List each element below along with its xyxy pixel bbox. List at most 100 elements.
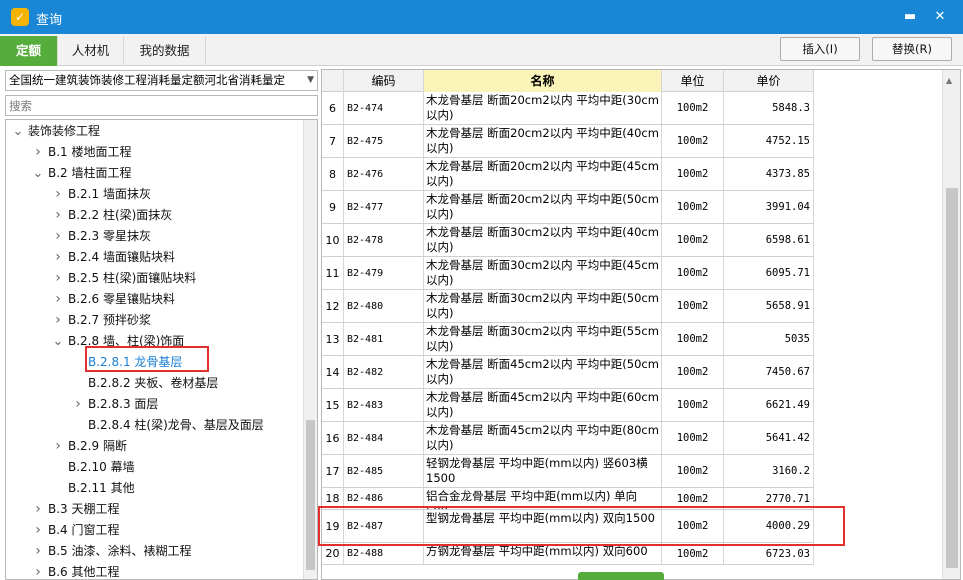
table-row[interactable]: 16 B2-484 木龙骨基层 断面45cm2以内 平均中距(80cm以内) 100m… (322, 422, 814, 455)
table-row[interactable]: 14 B2-482 木龙骨基层 断面45cm2以内 平均中距(50cm以内) 100m… (322, 356, 814, 389)
row-index: 14 (322, 356, 344, 388)
chevron-right-icon[interactable]: › (52, 289, 64, 310)
row-unit: 100m2 (662, 158, 724, 190)
row-code: B2-479 (344, 257, 424, 289)
chevron-right-icon[interactable]: › (72, 394, 84, 415)
row-price: 5035 (724, 323, 814, 355)
chevron-right-icon[interactable]: › (32, 499, 44, 520)
tree-node[interactable]: B.2.8.4 柱(梁)龙骨、基层及面层 (72, 415, 264, 436)
header-code[interactable]: 编码 (344, 70, 424, 92)
table-scrollbar[interactable]: ▲ (942, 70, 960, 579)
library-select[interactable]: 全国统一建筑装饰装修工程消耗量定额河北省消耗量定 ▼ (5, 70, 318, 91)
chevron-right-icon[interactable]: › (52, 226, 64, 247)
table-row[interactable]: 20 B2-488 方钢龙骨基层 平均中距(mm以内) 双向600 100m2 6723… (322, 543, 814, 565)
tab-labor-material-machine[interactable]: 人材机 (58, 36, 124, 66)
tree-node-label: B.5 油漆、涂料、裱糊工程 (48, 544, 192, 558)
table-row[interactable]: 9 B2-477 木龙骨基层 断面20cm2以内 平均中距(50cm以内) 100m2… (322, 191, 814, 224)
tree-node[interactable]: B.2.8.2 夹板、卷材基层 (72, 373, 218, 394)
row-price: 5848.3 (724, 92, 814, 124)
row-code: B2-474 (344, 92, 424, 124)
chevron-down-icon: ▼ (307, 75, 314, 85)
insert-button[interactable]: 插入(I) (780, 37, 860, 61)
table-row[interactable]: 15 B2-483 木龙骨基层 断面45cm2以内 平均中距(60cm以内) 100m… (322, 389, 814, 422)
row-price: 4752.15 (724, 125, 814, 157)
close-icon[interactable]: ✕ (928, 5, 952, 29)
title-bar: ✓ 查询 ▬ ✕ (0, 0, 963, 34)
row-price: 6723.03 (724, 543, 814, 564)
table-row[interactable]: 11 B2-479 木龙骨基层 断面30cm2以内 平均中距(45cm以内) 100m… (322, 257, 814, 290)
tree-node-label: B.2.6 零星镶贴块料 (68, 292, 175, 306)
row-name: 木龙骨基层 断面20cm2以内 平均中距(45cm以内) (424, 158, 662, 190)
tree-node[interactable]: › B.4 门窗工程 (32, 520, 119, 541)
table-scrollbar-thumb[interactable] (946, 188, 958, 568)
row-name: 木龙骨基层 断面30cm2以内 平均中距(45cm以内) (424, 257, 662, 289)
tree-node[interactable]: › B.2.8.3 面层 (72, 394, 158, 415)
table-row[interactable]: 12 B2-480 木龙骨基层 断面30cm2以内 平均中距(50cm以内) 100m… (322, 290, 814, 323)
table-row[interactable]: 7 B2-475 木龙骨基层 断面20cm2以内 平均中距(40cm以内) 100m2… (322, 125, 814, 158)
tree-node[interactable]: › B.2.9 隔断 (52, 436, 127, 457)
chevron-right-icon[interactable]: › (32, 142, 44, 163)
row-index: 17 (322, 455, 344, 487)
tree-node[interactable]: › B.2.6 零星镶贴块料 (52, 289, 175, 310)
row-unit: 100m2 (662, 257, 724, 289)
tree-node-label: B.3 天棚工程 (48, 502, 120, 516)
tree-node-label: B.2.10 幕墙 (68, 460, 135, 474)
chevron-right-icon[interactable]: › (52, 310, 64, 331)
tree-node[interactable]: B.2.10 幕墙 (52, 457, 135, 478)
row-index: 10 (322, 224, 344, 256)
chevron-right-icon[interactable]: › (52, 184, 64, 205)
table-row[interactable]: 10 B2-478 木龙骨基层 断面30cm2以内 平均中距(40cm以内) 100m… (322, 224, 814, 257)
chevron-down-icon[interactable]: ⌄ (32, 163, 44, 184)
row-unit: 100m2 (662, 92, 724, 124)
chevron-right-icon[interactable]: › (32, 520, 44, 541)
table-row[interactable]: 17 B2-485 轻钢龙骨基层 平均中距(mm以内) 竖603横1500 100m2… (322, 455, 814, 488)
tree-node[interactable]: › B.3 天棚工程 (32, 499, 120, 520)
tree-node-label: B.2.7 预拌砂浆 (68, 313, 151, 327)
row-index: 9 (322, 191, 344, 223)
row-code: B2-478 (344, 224, 424, 256)
tree-node[interactable]: › B.1 楼地面工程 (32, 142, 131, 163)
header-unit[interactable]: 单位 (662, 70, 724, 92)
quota-table: 编码 名称 单位 单价 ▲ 6 B2-474 木龙骨基层 断面20cm2以内 平均中… (321, 69, 961, 580)
chevron-right-icon[interactable]: › (52, 268, 64, 289)
tree-scrollbar[interactable] (303, 120, 317, 579)
chevron-right-icon[interactable]: › (52, 205, 64, 226)
row-index: 6 (322, 92, 344, 124)
tree-node[interactable]: › B.2.2 柱(梁)面抹灰 (52, 205, 172, 226)
chevron-down-icon[interactable]: ⌄ (12, 121, 24, 142)
minimize-icon[interactable]: ▬ (898, 5, 922, 29)
header-price[interactable]: 单价 (724, 70, 814, 92)
tree-node[interactable]: B.2.11 其他 (52, 478, 135, 499)
chevron-right-icon[interactable]: › (52, 436, 64, 457)
scroll-up-icon[interactable]: ▲ (946, 76, 952, 85)
tree-node[interactable]: ⌄ B.2 墙柱面工程 (32, 163, 132, 184)
search-input[interactable] (5, 95, 318, 116)
tree-node[interactable]: › B.2.5 柱(梁)面镶贴块料 (52, 268, 196, 289)
tree-node[interactable]: › B.2.7 预拌砂浆 (52, 310, 151, 331)
tree-node[interactable]: › B.5 油漆、涂料、裱糊工程 (32, 541, 192, 562)
bottom-expand-handle[interactable] (578, 572, 664, 580)
table-row[interactable]: 8 B2-476 木龙骨基层 断面20cm2以内 平均中距(45cm以内) 100m2… (322, 158, 814, 191)
tree-scrollbar-thumb[interactable] (306, 420, 315, 570)
row-index: 13 (322, 323, 344, 355)
row-price: 5641.42 (724, 422, 814, 454)
highlight-box (318, 506, 845, 546)
tree-node[interactable]: › B.2.1 墙面抹灰 (52, 184, 151, 205)
tree-node[interactable]: › B.6 其他工程 (32, 562, 119, 579)
table-row[interactable]: 6 B2-474 木龙骨基层 断面20cm2以内 平均中距(30cm以内) 100m2… (322, 92, 814, 125)
replace-button[interactable]: 替换(R) (872, 37, 952, 61)
header-name[interactable]: 名称 (424, 70, 662, 92)
table-row[interactable]: 13 B2-481 木龙骨基层 断面30cm2以内 平均中距(55cm以内) 100m… (322, 323, 814, 356)
tab-quota[interactable]: 定额 (0, 36, 58, 66)
chevron-right-icon[interactable]: › (52, 247, 64, 268)
chevron-right-icon[interactable]: › (32, 562, 44, 579)
row-code: B2-482 (344, 356, 424, 388)
tab-my-data[interactable]: 我的数据 (124, 36, 206, 66)
row-price: 4373.85 (724, 158, 814, 190)
tree-node[interactable]: ⌄ 装饰装修工程 (12, 121, 100, 142)
chevron-right-icon[interactable]: › (32, 541, 44, 562)
tree-node-label: 装饰装修工程 (28, 124, 101, 138)
tree-node[interactable]: › B.2.3 零星抹灰 (52, 226, 151, 247)
tree-node[interactable]: › B.2.4 墙面镶贴块料 (52, 247, 175, 268)
chevron-down-icon[interactable]: ⌄ (52, 331, 64, 352)
